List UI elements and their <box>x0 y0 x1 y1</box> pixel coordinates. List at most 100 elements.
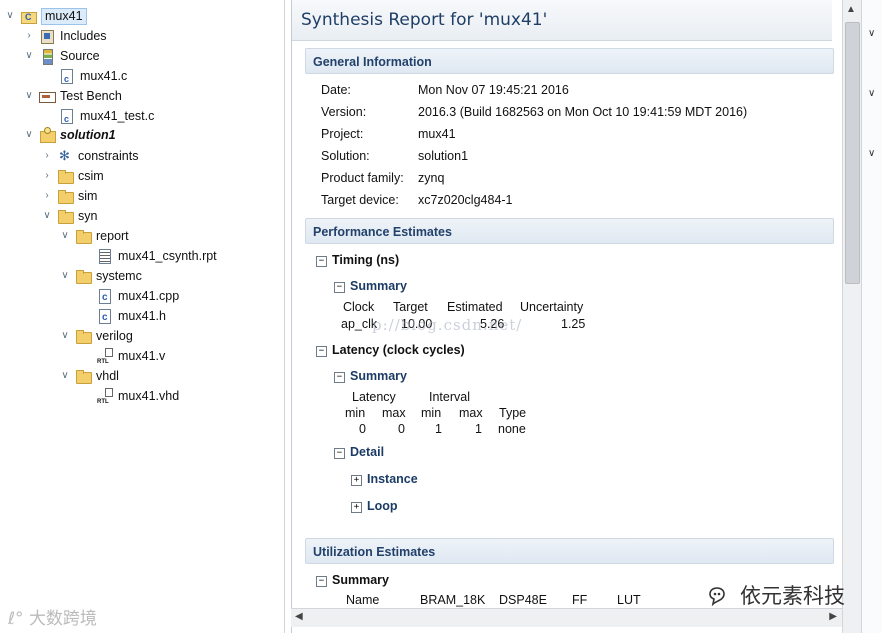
tree-item-sim[interactable]: › sim <box>41 187 97 205</box>
latency-col-min: min <box>345 406 366 420</box>
latency-cell-type: none <box>498 422 526 436</box>
tree-item-mux41-cpp[interactable]: mux41.cpp <box>97 287 179 307</box>
tree-item-solution1[interactable]: ∨ solution1 <box>23 126 116 144</box>
chevron-right-icon[interactable]: › <box>23 30 35 42</box>
timing-cell-uncertainty: 1.25 <box>561 317 586 331</box>
collapse-utilization-summary-icon[interactable]: − <box>316 576 327 587</box>
report-file-icon <box>97 248 113 264</box>
latency-summary-heading: Summary <box>350 369 407 383</box>
test-bench-icon <box>39 88 56 104</box>
detail-heading: Detail <box>350 445 385 459</box>
interval-cell-min: 1 <box>435 422 442 436</box>
folder-open-icon <box>75 268 92 284</box>
solution-icon <box>39 127 56 143</box>
tree-item-mux41-h[interactable]: mux41.h <box>97 307 166 327</box>
folder-open-icon <box>75 328 92 344</box>
latency-cell-max: 0 <box>398 422 405 436</box>
loop-link[interactable]: Loop <box>367 499 398 513</box>
scroll-right-icon[interactable]: ▶ <box>829 611 837 622</box>
tree-item-constraints[interactable]: › constraints <box>41 147 138 165</box>
tree-item-report[interactable]: ∨ report <box>59 227 129 245</box>
tree-item-label: constraints <box>78 149 139 163</box>
tree-item-vhdl[interactable]: ∨ vhdl <box>59 367 119 385</box>
latency-col-type: Type <box>499 406 527 420</box>
general-key-date: Date: <box>321 83 351 97</box>
latency-group-interval: Interval <box>429 390 470 404</box>
report-title-bar: Synthesis Report for 'mux41' <box>292 0 832 41</box>
chevron-down-icon[interactable]: ∨ <box>868 88 875 99</box>
tree-item-mux41-v[interactable]: mux41.v <box>97 347 165 371</box>
tree-item-syn[interactable]: ∨ syn <box>41 207 97 225</box>
scroll-left-icon[interactable]: ◀ <box>295 611 303 622</box>
brand-logo-left: ℓ° 大数跨境 <box>8 604 97 629</box>
rtl-file-icon <box>97 388 113 411</box>
synthesis-report-view: Synthesis Report for 'mux41' General Inf… <box>291 0 843 633</box>
report-content: General Information Date: Mon Nov 07 19:… <box>292 41 843 616</box>
section-utilization-estimates: Utilization Estimates <box>305 538 834 564</box>
gear-icon <box>57 147 73 165</box>
tree-item-mux41-csynth-rpt[interactable]: mux41_csynth.rpt <box>97 247 217 265</box>
interval-cell-max: 1 <box>475 422 482 436</box>
tree-item-verilog[interactable]: ∨ verilog <box>59 327 133 345</box>
chevron-down-icon[interactable]: ∨ <box>868 148 875 159</box>
chevron-right-icon[interactable]: › <box>41 150 53 162</box>
tree-item-source[interactable]: ∨ Source <box>23 47 100 65</box>
brand-logo-right: 依元素科技 <box>706 580 845 610</box>
scroll-up-icon[interactable]: ▲ <box>846 4 856 15</box>
tree-item-test-bench[interactable]: ∨ Test Bench <box>23 87 122 105</box>
general-key-version: Version: <box>321 105 367 119</box>
collapse-detail-icon[interactable]: − <box>334 448 345 459</box>
tree-item-mux41-vhd[interactable]: mux41.vhd <box>97 387 179 411</box>
general-value-solution: solution1 <box>418 149 469 163</box>
tree-item-includes[interactable]: › Includes <box>23 27 107 45</box>
c-file-icon <box>59 68 75 88</box>
source-icon <box>39 48 55 65</box>
tree-item-label: mux41.c <box>80 69 128 83</box>
chevron-down-icon[interactable]: ∨ <box>23 90 35 102</box>
chevron-down-icon[interactable]: ∨ <box>59 370 71 382</box>
collapse-timing-summary-icon[interactable]: − <box>334 282 345 293</box>
collapse-latency-icon[interactable]: − <box>316 346 327 357</box>
timing-col-estimated: Estimated <box>447 300 503 314</box>
expand-instance-icon[interactable]: + <box>351 475 362 486</box>
chevron-down-icon[interactable]: ∨ <box>41 210 53 222</box>
tree-item-csim[interactable]: › csim <box>41 167 104 185</box>
chevron-down-icon[interactable]: ∨ <box>23 50 35 62</box>
tree-item-label: vhdl <box>96 369 119 383</box>
chevron-down-icon[interactable]: ∨ <box>59 330 71 342</box>
expand-loop-icon[interactable]: + <box>351 502 362 513</box>
tree-item-label: sim <box>78 189 98 203</box>
tree-item-systemc[interactable]: ∨ systemc <box>59 267 142 285</box>
collapse-timing-icon[interactable]: − <box>316 256 327 267</box>
c-file-icon <box>59 108 75 128</box>
tree-item-label: report <box>96 229 129 243</box>
chevron-down-icon[interactable]: ∨ <box>4 10 16 22</box>
collapse-latency-summary-icon[interactable]: − <box>334 372 345 383</box>
horizontal-scrollbar[interactable]: ◀ ▶ <box>291 608 842 627</box>
tree-item-mux41-c[interactable]: mux41.c <box>59 67 128 88</box>
general-key-solution: Solution: <box>321 149 370 163</box>
tree-item-mux41[interactable]: ∨ mux41 <box>4 7 87 26</box>
instance-link[interactable]: Instance <box>367 472 418 486</box>
vertical-scrollbar[interactable]: ▲ <box>842 0 861 633</box>
chevron-down-icon[interactable]: ∨ <box>23 129 35 141</box>
utilization-summary-heading: Summary <box>332 573 389 587</box>
general-value-date: Mon Nov 07 19:45:21 2016 <box>418 83 569 97</box>
chevron-down-icon[interactable]: ∨ <box>59 230 71 242</box>
general-key-target-device: Target device: <box>321 193 399 207</box>
latency-col-max: max <box>382 406 406 420</box>
tree-item-label: solution1 <box>60 128 116 142</box>
chevron-right-icon[interactable]: › <box>41 190 53 202</box>
chevron-down-icon[interactable]: ∨ <box>59 270 71 282</box>
scroll-thumb[interactable] <box>845 22 860 284</box>
tree-item-label: mux41_csynth.rpt <box>118 249 217 263</box>
timing-summary-heading: Summary <box>350 279 407 293</box>
tree-item-mux41-test-c[interactable]: mux41_test.c <box>59 107 154 128</box>
cpp-file-icon <box>97 288 113 307</box>
latency-group-latency: Latency <box>352 390 396 404</box>
timing-col-uncertainty: Uncertainty <box>520 300 584 314</box>
chevron-right-icon[interactable]: › <box>41 170 53 182</box>
chevron-down-icon[interactable]: ∨ <box>868 28 875 39</box>
folder-icon <box>57 188 74 204</box>
section-performance-estimates: Performance Estimates <box>305 218 834 244</box>
